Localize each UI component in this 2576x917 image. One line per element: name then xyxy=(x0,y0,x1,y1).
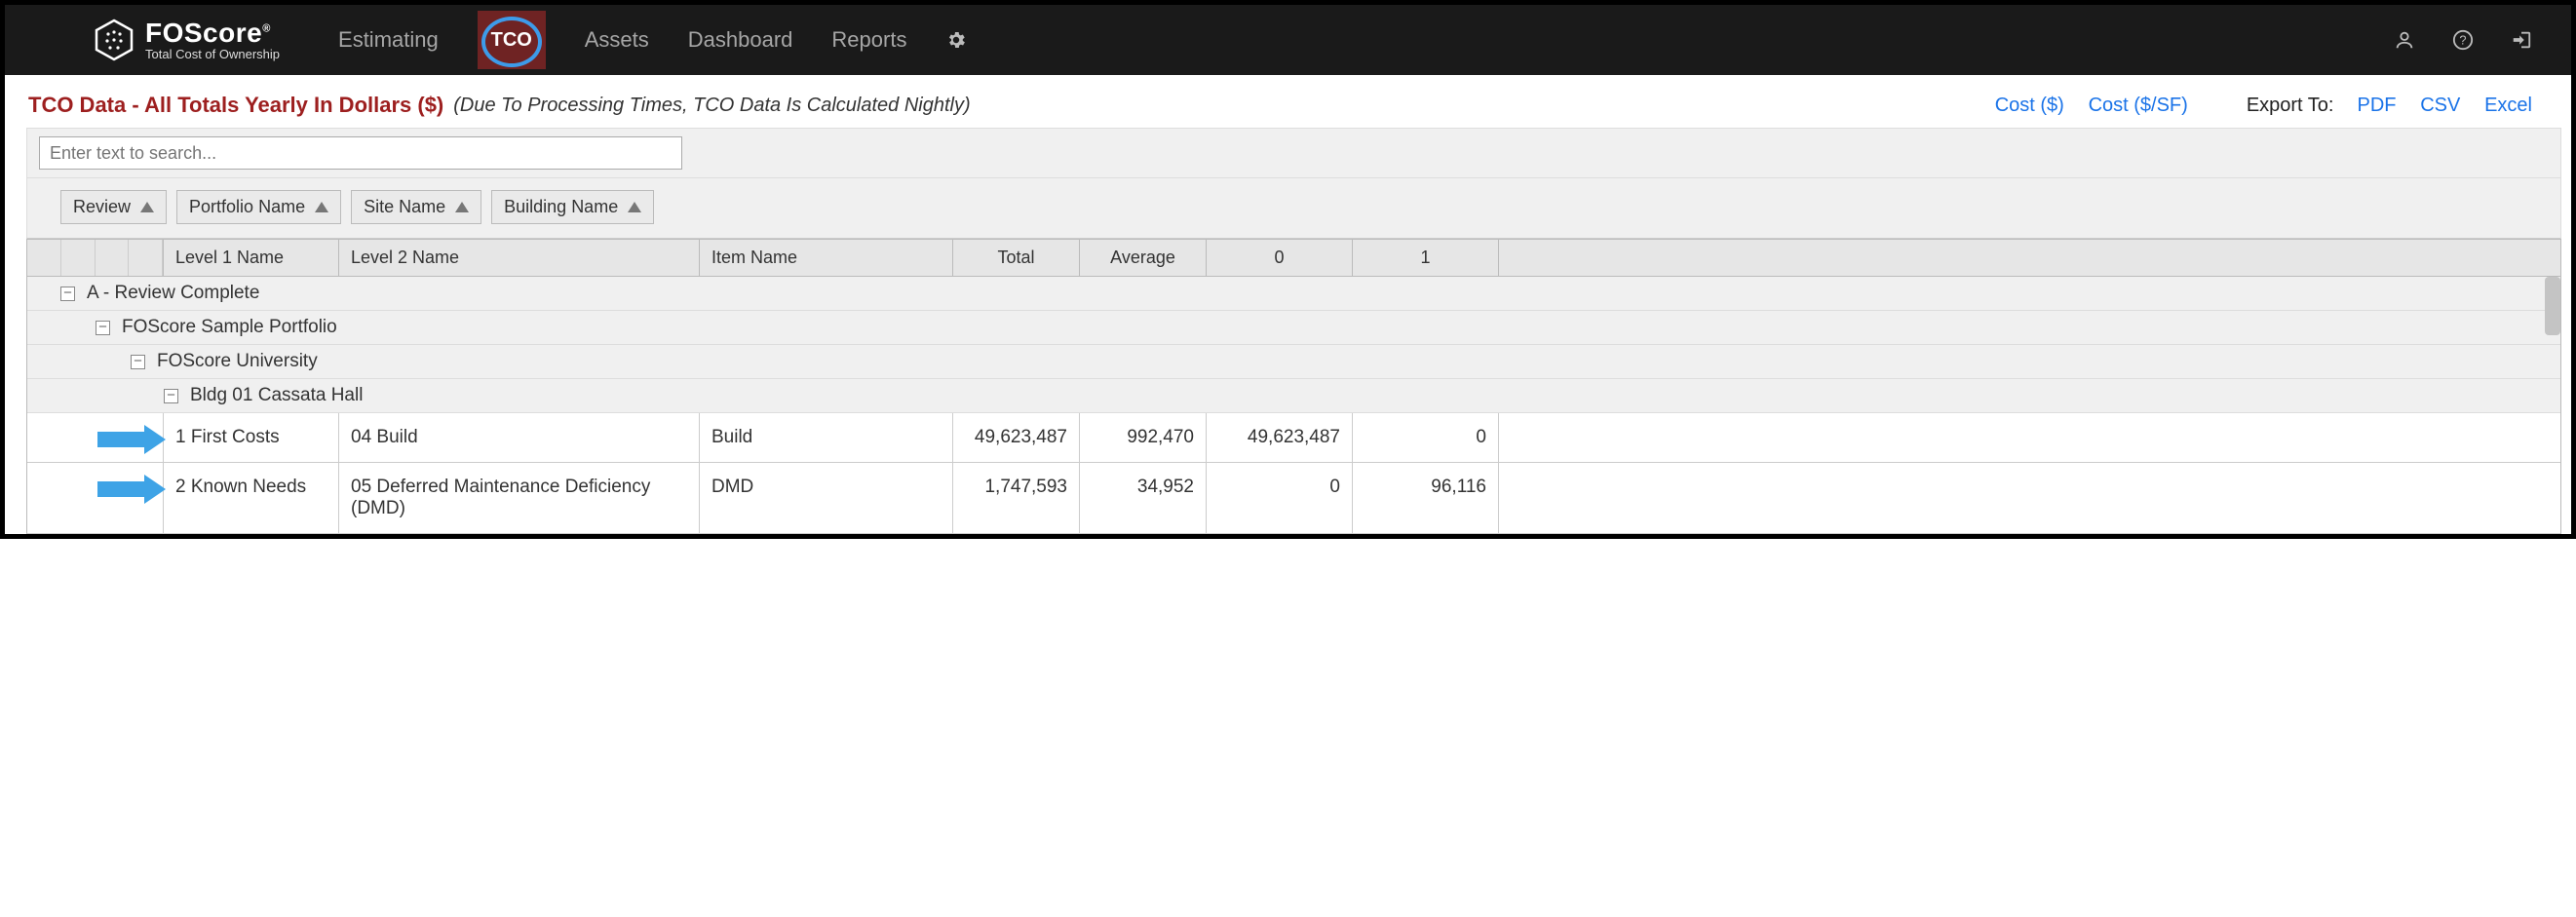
nav-tco[interactable]: TCO xyxy=(478,11,546,69)
table-row[interactable]: 1 First Costs 04 Build Build 49,623,487 … xyxy=(27,413,2560,463)
callout-arrow-icon xyxy=(97,427,166,452)
cell-y1: 96,116 xyxy=(1353,463,1499,533)
export-csv-link[interactable]: CSV xyxy=(2420,95,2460,116)
sort-asc-icon xyxy=(140,202,154,212)
column-headers: Level 1 Name Level 2 Name Item Name Tota… xyxy=(26,239,2561,277)
cell-level2: 05 Deferred Maintenance Deficiency (DMD) xyxy=(339,463,700,533)
svg-text:?: ? xyxy=(2459,33,2466,48)
cell-level1: 1 First Costs xyxy=(164,413,339,462)
sort-asc-icon xyxy=(315,202,328,212)
group-site[interactable]: − FOScore University xyxy=(27,345,2560,379)
cell-total: 1,747,593 xyxy=(953,463,1080,533)
data-grid: − A - Review Complete − FOScore Sample P… xyxy=(26,277,2561,534)
brand-tagline: Total Cost of Ownership xyxy=(145,48,280,61)
user-icon[interactable] xyxy=(2394,29,2415,51)
sort-asc-icon xyxy=(628,202,641,212)
col-average[interactable]: Average xyxy=(1080,240,1207,276)
page-title: TCO Data - All Totals Yearly In Dollars … xyxy=(28,93,443,118)
cell-average: 992,470 xyxy=(1080,413,1207,462)
logout-icon[interactable] xyxy=(2511,29,2532,51)
callout-arrow-icon xyxy=(97,477,166,502)
cell-level2: 04 Build xyxy=(339,413,700,462)
collapse-icon[interactable]: − xyxy=(60,287,75,301)
cell-item: Build xyxy=(700,413,953,462)
table-row[interactable]: 2 Known Needs 05 Deferred Maintenance De… xyxy=(27,463,2560,534)
chip-review[interactable]: Review xyxy=(60,190,167,224)
chip-portfolio[interactable]: Portfolio Name xyxy=(176,190,341,224)
col-item[interactable]: Item Name xyxy=(700,240,953,276)
collapse-icon[interactable]: − xyxy=(96,321,110,335)
view-cost-link[interactable]: Cost ($) xyxy=(1995,95,2064,116)
scrollbar-thumb[interactable] xyxy=(2545,277,2560,335)
col-year0[interactable]: 0 xyxy=(1207,240,1353,276)
cell-y1: 0 xyxy=(1353,413,1499,462)
search-row xyxy=(26,128,2561,178)
cell-average: 34,952 xyxy=(1080,463,1207,533)
col-year1[interactable]: 1 xyxy=(1353,240,1499,276)
group-building-label: Bldg 01 Cassata Hall xyxy=(190,385,363,406)
group-site-label: FOScore University xyxy=(157,351,318,372)
col-level2[interactable]: Level 2 Name xyxy=(339,240,700,276)
brand-logo[interactable]: FOScore® Total Cost of Ownership xyxy=(93,19,280,61)
nav-reports[interactable]: Reports xyxy=(831,27,906,53)
nav-assets[interactable]: Assets xyxy=(585,27,649,53)
page-title-row: TCO Data - All Totals Yearly In Dollars … xyxy=(5,75,2571,128)
export-excel-link[interactable]: Excel xyxy=(2484,95,2532,116)
cell-item: DMD xyxy=(700,463,953,533)
export-pdf-link[interactable]: PDF xyxy=(2358,95,2397,116)
help-icon[interactable]: ? xyxy=(2452,29,2474,51)
top-nav: FOScore® Total Cost of Ownership Estimat… xyxy=(5,5,2571,75)
chip-site[interactable]: Site Name xyxy=(351,190,481,224)
group-building[interactable]: − Bldg 01 Cassata Hall xyxy=(27,379,2560,413)
export-label: Export To: xyxy=(2247,95,2334,117)
nav-dashboard[interactable]: Dashboard xyxy=(688,27,793,53)
group-review-label: A - Review Complete xyxy=(87,283,259,304)
group-review[interactable]: − A - Review Complete xyxy=(27,277,2560,311)
brand-name: FOScore® xyxy=(145,19,280,47)
cell-total: 49,623,487 xyxy=(953,413,1080,462)
search-input[interactable] xyxy=(39,136,682,170)
col-total[interactable]: Total xyxy=(953,240,1080,276)
cell-y0: 49,623,487 xyxy=(1207,413,1353,462)
col-level1[interactable]: Level 1 Name xyxy=(164,240,339,276)
logo-hex-icon xyxy=(93,19,135,61)
collapse-icon[interactable]: − xyxy=(131,355,145,369)
sort-asc-icon xyxy=(455,202,469,212)
group-portfolio[interactable]: − FOScore Sample Portfolio xyxy=(27,311,2560,345)
group-by-row: Review Portfolio Name Site Name Building… xyxy=(26,178,2561,239)
collapse-icon[interactable]: − xyxy=(164,389,178,403)
page-title-note: (Due To Processing Times, TCO Data Is Ca… xyxy=(453,95,970,117)
cell-level1: 2 Known Needs xyxy=(164,463,339,533)
chip-building[interactable]: Building Name xyxy=(491,190,654,224)
gear-icon[interactable] xyxy=(945,29,967,51)
view-cost-sf-link[interactable]: Cost ($/SF) xyxy=(2089,95,2188,116)
group-portfolio-label: FOScore Sample Portfolio xyxy=(122,317,337,338)
nav-estimating[interactable]: Estimating xyxy=(338,27,439,53)
cell-y0: 0 xyxy=(1207,463,1353,533)
